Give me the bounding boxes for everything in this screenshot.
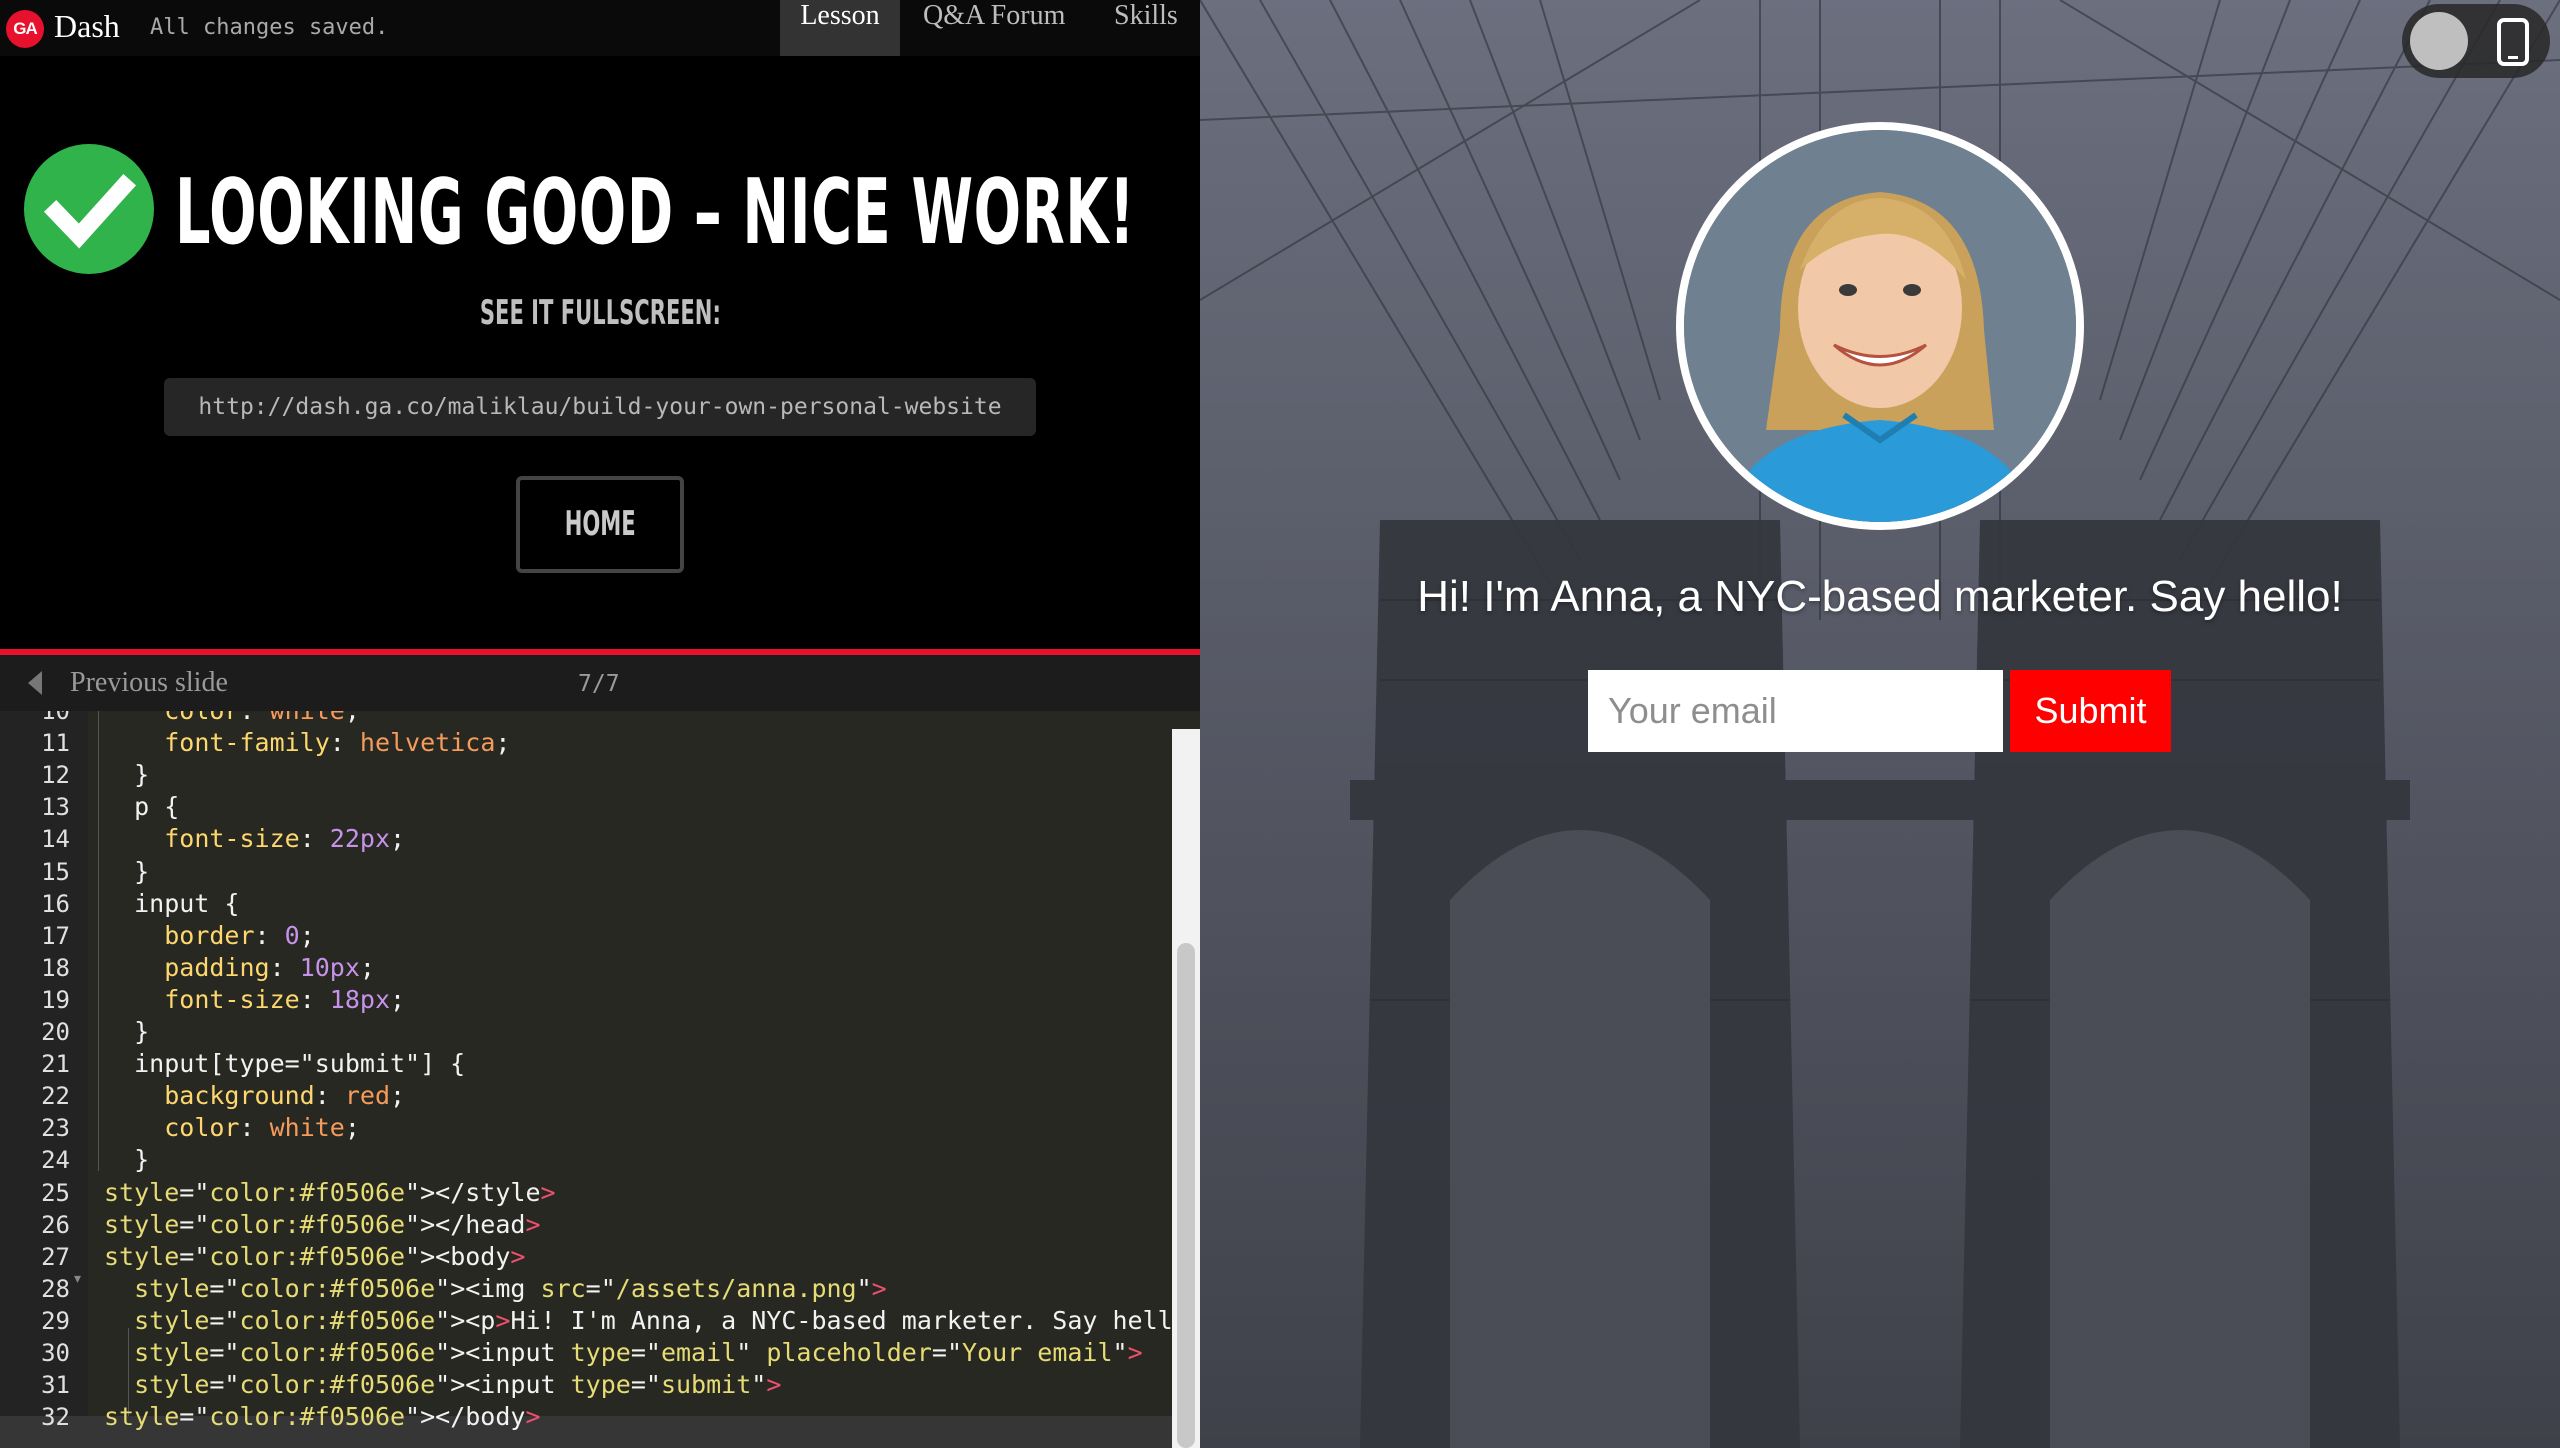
line-number: 28 [41, 1274, 70, 1303]
submit-button[interactable]: Submit [2010, 670, 2171, 752]
tab-lesson[interactable]: Lesson [780, 0, 900, 56]
code-line[interactable]: } [104, 857, 149, 886]
phone-icon[interactable] [2496, 18, 2530, 66]
editor-scroll-thumb[interactable] [1177, 943, 1195, 1448]
line-number: 22 [41, 1082, 70, 1111]
line-number: 26 [41, 1210, 70, 1239]
slide-counter: 7/7 [578, 671, 620, 697]
code-line[interactable]: color: white; [104, 1113, 360, 1142]
save-status: All changes saved. [150, 15, 389, 40]
line-number: 25 [41, 1178, 70, 1207]
home-button[interactable]: HOME [516, 476, 684, 573]
code-line[interactable]: } [104, 760, 149, 789]
fullscreen-label: SEE IT FULLSCREEN: [479, 293, 721, 333]
preview-pane: Hi! I'm Anna, a NYC-based marketer. Say … [1200, 0, 2560, 1448]
code-line[interactable]: padding: 10px; [104, 953, 375, 982]
code-line[interactable]: style="color:#f0506e"><input type="submi… [104, 1370, 781, 1399]
code-line[interactable]: font-size: 18px; [104, 985, 405, 1014]
line-number: 31 [41, 1371, 70, 1400]
line-gutter [0, 711, 88, 1448]
code-editor[interactable]: 10 color: white; 11 font-family: helvetic… [0, 711, 1200, 1448]
line-number: 24 [41, 1146, 70, 1175]
code-line[interactable]: style="color:#f0506e"></body> [104, 1402, 541, 1431]
line-number: 27 [41, 1242, 70, 1271]
line-number: 15 [41, 857, 70, 886]
line-number: 17 [41, 921, 70, 950]
line-number: 30 [41, 1339, 70, 1367]
code-line[interactable]: style="color:#f0506e"><img src="/assets/… [104, 1274, 887, 1303]
line-number: 12 [41, 761, 70, 790]
device-toggle[interactable] [2402, 4, 2550, 78]
indent-guide [98, 711, 99, 1171]
line-number: 16 [41, 889, 70, 918]
line-number: 19 [41, 985, 70, 1014]
code-line[interactable]: border: 0; [104, 921, 315, 950]
success-title: LOOKING GOOD – NICE WORK! [175, 160, 1136, 265]
profile-photo [1676, 122, 2084, 530]
code-line[interactable]: input[type="submit"] { [104, 1049, 465, 1078]
previous-slide-link[interactable]: Previous slide [70, 667, 228, 699]
code-line[interactable]: p { [104, 792, 179, 821]
chevron-left-icon[interactable] [28, 671, 42, 695]
ga-logo[interactable]: GA [6, 10, 44, 48]
line-number: 11 [41, 729, 70, 758]
line-number: 32 [41, 1403, 70, 1432]
line-number: 23 [41, 1114, 70, 1143]
slide-nav: Previous slide 7/7 [0, 655, 1200, 711]
code-line[interactable]: background: red; [104, 1081, 405, 1110]
toggle-knob[interactable] [2410, 12, 2468, 70]
intro-text: Hi! I'm Anna, a NYC-based marketer. Say … [1417, 572, 2343, 621]
line-number: 18 [41, 953, 70, 982]
tab-skills[interactable]: Skills [1100, 0, 1192, 56]
code-line[interactable]: style="color:#f0506e"><body> [104, 1242, 525, 1271]
line-number: 10 [41, 711, 70, 725]
line-number: 14 [41, 825, 70, 854]
line-number: 21 [41, 1050, 70, 1079]
code-line[interactable]: color: white; [104, 711, 360, 725]
brand-name: Dash [54, 8, 120, 44]
tab-qa-forum[interactable]: Q&A Forum [909, 0, 1079, 56]
code-line[interactable]: } [104, 1145, 149, 1174]
line-number: 20 [41, 1018, 70, 1046]
line-number: 29 [41, 1306, 70, 1335]
code-line[interactable]: style="color:#f0506e"></head> [104, 1210, 541, 1239]
line-number: 13 [41, 793, 70, 822]
code-line[interactable]: font-size: 22px; [104, 824, 405, 853]
code-line[interactable]: font-family: helvetica; [104, 728, 510, 757]
code-line[interactable]: input { [104, 889, 239, 918]
code-line[interactable]: style="color:#f0506e"><input type="email… [104, 1338, 1143, 1367]
code-line[interactable]: style="color:#f0506e"><p>Hi! I'm Anna, a… [104, 1306, 1200, 1335]
lesson-pane: GA Dash All changes saved. Lesson Q&A Fo… [0, 0, 1200, 1448]
email-field[interactable] [1588, 670, 2003, 752]
fold-arrow-icon[interactable]: ▾ [74, 1271, 81, 1287]
fullscreen-url[interactable]: http://dash.ga.co/maliklau/build-your-ow… [164, 378, 1036, 436]
code-line[interactable]: style="color:#f0506e"></style> [104, 1178, 556, 1207]
checkmark-icon [24, 144, 154, 274]
top-bar: GA Dash All changes saved. Lesson Q&A Fo… [0, 0, 1200, 56]
code-line[interactable]: } [104, 1017, 149, 1046]
